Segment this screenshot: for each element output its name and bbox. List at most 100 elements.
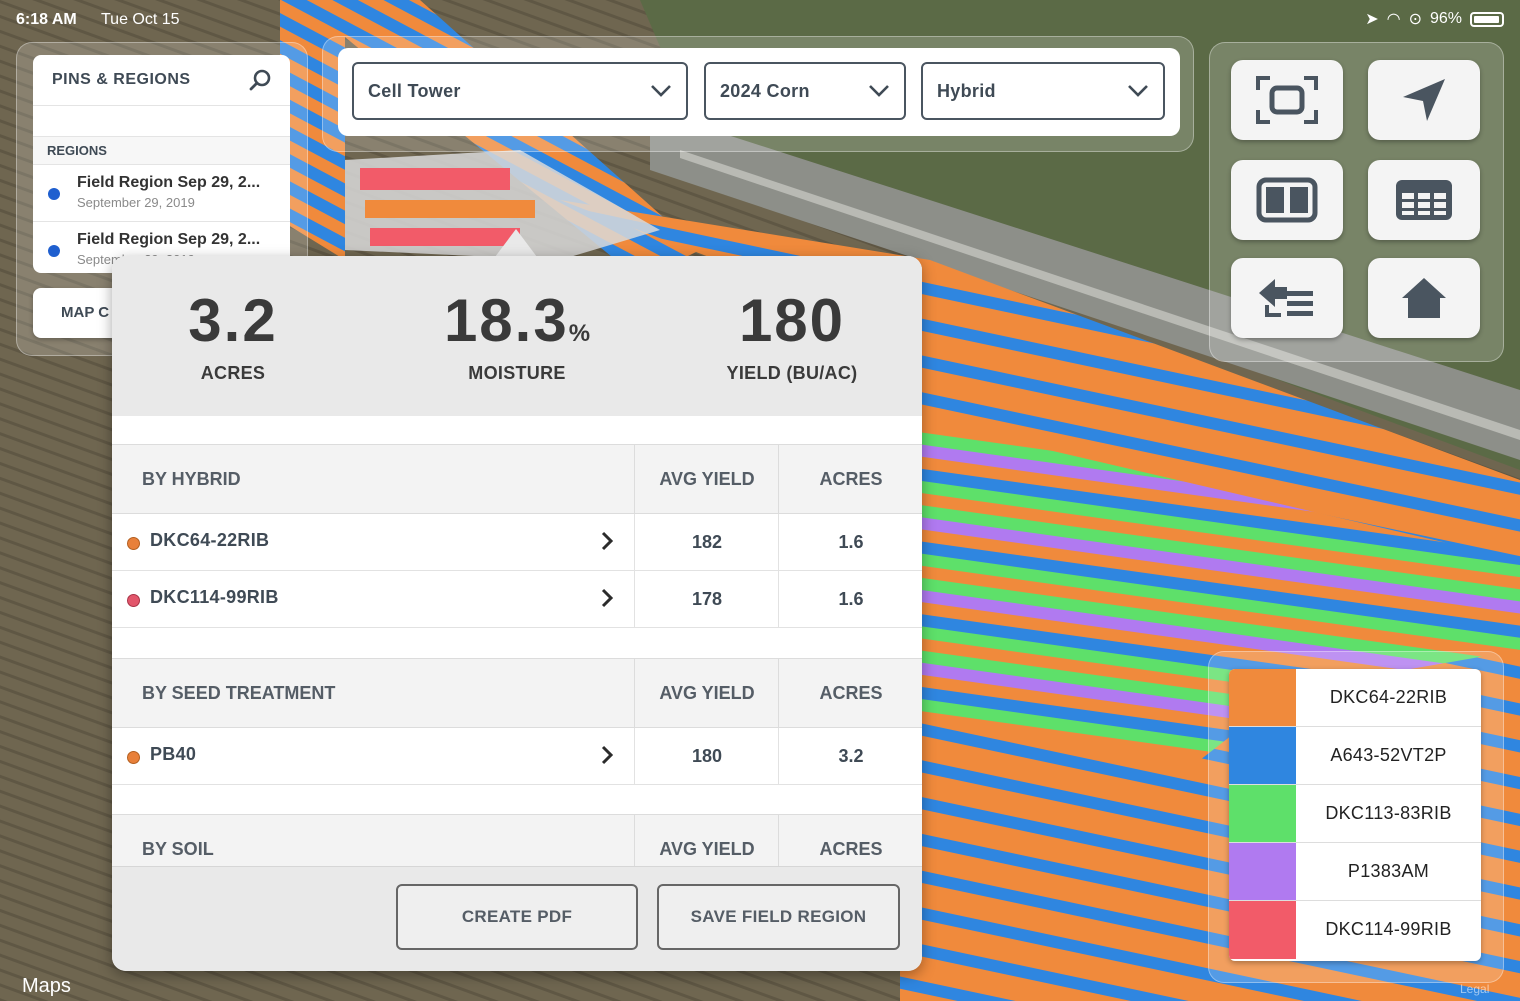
legend-label: P1383AM — [1347, 861, 1430, 881]
chevron-down-icon — [869, 85, 889, 97]
hybrid-legend: DKC64-22RIB A643-52VT2P DKC113-83RIB P13… — [1229, 669, 1481, 961]
table-icon — [1396, 180, 1452, 220]
yield-label: YIELD (BU/AC) — [726, 363, 858, 383]
region-dot-icon — [48, 188, 60, 200]
legend-swatch — [1229, 727, 1296, 784]
orientation-lock-icon: ⊙ — [1408, 11, 1422, 28]
status-date: Tue Oct 15 — [101, 11, 180, 28]
region-summary-popover: 3.2 ACRES 18.3% MOISTURE 180 YIELD (BU/A… — [112, 256, 922, 971]
battery-percent: 96% — [1429, 10, 1462, 27]
legend-item: DKC114-99RIB — [1229, 901, 1481, 959]
fullscreen-icon — [1256, 76, 1318, 124]
acres-column-header: ACRES — [778, 659, 922, 729]
region-date: September 29, 2019 — [77, 195, 195, 210]
legend-swatch — [1229, 901, 1296, 959]
acres-value: 3.2 — [188, 287, 278, 354]
acres-stat: 3.2 ACRES — [158, 286, 308, 384]
legend-label: DKC64-22RIB — [1329, 687, 1448, 707]
legend-swatch — [1229, 785, 1296, 842]
breakdown-scroll-area[interactable]: BY HYBRID AVG YIELD ACRES DKC64-22RIB 18… — [112, 416, 922, 866]
chevron-right-icon[interactable] — [600, 744, 614, 766]
moisture-value: 18.3 — [443, 287, 569, 354]
avg-yield-column-header: AVG YIELD — [634, 659, 779, 729]
layer-dropdown-value: Hybrid — [937, 80, 996, 101]
legend-swatch — [1229, 669, 1296, 726]
season-dropdown-value: 2024 Corn — [720, 80, 810, 101]
split-view-button[interactable] — [1231, 160, 1343, 240]
home-icon — [1402, 278, 1446, 318]
search-icon[interactable] — [248, 68, 272, 92]
moisture-label: MOISTURE — [468, 363, 566, 383]
battery-icon — [1470, 11, 1504, 27]
split-view-icon — [1256, 177, 1318, 223]
legend-item: A643-52VT2P — [1229, 727, 1481, 785]
hybrid-table-header: BY HYBRID AVG YIELD ACRES — [112, 444, 922, 515]
seed-treatment-table-title: BY SEED TREATMENT — [142, 683, 336, 703]
hybrid-avg-yield: 182 — [634, 514, 779, 571]
legend-label: A643-52VT2P — [1330, 745, 1447, 765]
region-title: Field Region Sep 29, 2... — [77, 231, 261, 248]
chevron-down-icon — [651, 85, 671, 97]
maps-brand-label: Maps — [22, 975, 71, 997]
moisture-unit: % — [568, 320, 591, 347]
hybrid-color-dot — [127, 594, 140, 607]
regions-section-header: REGIONS — [33, 137, 290, 165]
field-dropdown[interactable]: Cell Tower — [352, 62, 688, 120]
yield-stat: 180 YIELD (BU/AC) — [702, 286, 882, 384]
region-title: Field Region Sep 29, 2... — [77, 174, 261, 191]
treatment-avg-yield: 180 — [634, 728, 779, 785]
summary-stats: 3.2 ACRES 18.3% MOISTURE 180 YIELD (BU/A… — [112, 256, 922, 417]
treatment-color-dot — [127, 751, 140, 764]
soil-table-header: BY SOIL AVG YIELD ACRES — [112, 814, 922, 866]
status-time: 6:18 AM — [16, 11, 77, 28]
yield-value: 180 — [738, 287, 846, 354]
avg-yield-column-header: AVG YIELD — [634, 815, 779, 866]
legend-label: DKC114-99RIB — [1325, 919, 1452, 939]
table-view-button[interactable] — [1368, 160, 1480, 240]
hybrid-name: DKC64-22RIB — [150, 530, 270, 550]
save-field-region-button[interactable]: SAVE FIELD REGION — [657, 884, 900, 950]
pins-list-spacer — [33, 106, 290, 137]
map-options-button[interactable]: MAP C — [33, 288, 123, 338]
chevron-right-icon[interactable] — [600, 530, 614, 552]
hybrid-avg-yield: 178 — [634, 571, 779, 628]
hybrid-color-dot — [127, 537, 140, 550]
acres-column-header: ACRES — [778, 445, 922, 515]
region-item[interactable]: Field Region Sep 29, 2... September 29, … — [33, 165, 290, 222]
export-button[interactable] — [1231, 258, 1343, 338]
table-row[interactable]: PB40 180 3.2 — [112, 728, 922, 785]
hybrid-acres: 1.6 — [778, 571, 922, 628]
table-row[interactable]: DKC64-22RIB 182 1.6 — [112, 514, 922, 571]
soil-table-title: BY SOIL — [142, 839, 214, 859]
field-dropdown-value: Cell Tower — [368, 80, 461, 101]
chevron-down-icon — [1128, 85, 1148, 97]
location-services-icon: ➤ — [1365, 11, 1379, 28]
treatment-name: PB40 — [150, 744, 197, 764]
fullscreen-button[interactable] — [1231, 60, 1343, 140]
status-indicators: ➤ ◠ ⊙ 96% — [1365, 9, 1504, 29]
acres-label: ACRES — [200, 363, 266, 383]
status-bar: 6:18 AM Tue Oct 15 ➤ ◠ ⊙ 96% — [0, 0, 1520, 38]
pins-panel-header: PINS & REGIONS — [33, 55, 290, 106]
hybrid-acres: 1.6 — [778, 514, 922, 571]
season-dropdown[interactable]: 2024 Corn — [704, 62, 906, 120]
popover-arrow — [495, 229, 537, 257]
seed-treatment-table-header: BY SEED TREATMENT AVG YIELD ACRES — [112, 658, 922, 729]
location-arrow-icon — [1403, 79, 1445, 121]
hybrid-table-title: BY HYBRID — [142, 469, 241, 489]
pins-regions-panel: PINS & REGIONS REGIONS Field Region Sep … — [33, 55, 290, 273]
layer-dropdown[interactable]: Hybrid — [921, 62, 1165, 120]
legend-item: P1383AM — [1229, 843, 1481, 901]
locate-button[interactable] — [1368, 60, 1480, 140]
region-dot-icon — [48, 245, 60, 257]
treatment-acres: 3.2 — [778, 728, 922, 785]
wifi-icon: ◠ — [1386, 11, 1401, 28]
chevron-right-icon[interactable] — [600, 587, 614, 609]
table-row[interactable]: DKC114-99RIB 178 1.6 — [112, 571, 922, 628]
legend-item: DKC64-22RIB — [1229, 669, 1481, 727]
create-pdf-button[interactable]: CREATE PDF — [396, 884, 638, 950]
legend-label: DKC113-83RIB — [1325, 803, 1452, 823]
export-list-icon — [1259, 279, 1313, 317]
legal-link[interactable]: Legal — [1460, 982, 1489, 996]
home-button[interactable] — [1368, 258, 1480, 338]
